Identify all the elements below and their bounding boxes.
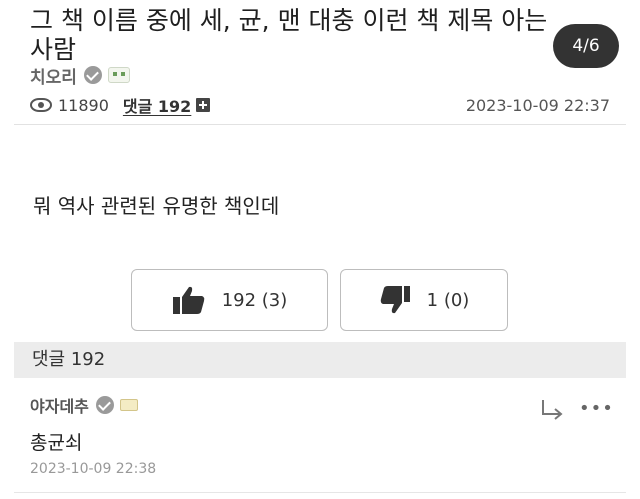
comment-item: 야자데추 ••• 총균쇠 2023-10-09 22:38 <box>30 392 620 477</box>
verified-check-icon <box>95 396 114 414</box>
upvote-button[interactable]: 192 (3) <box>131 269 328 331</box>
post-date: 2023-10-09 22:37 <box>465 95 610 115</box>
page-indicator: 4/6 <box>553 24 619 68</box>
header-divider <box>14 124 626 125</box>
more-dots-icon[interactable]: ••• <box>579 398 614 419</box>
level-badge-icon <box>107 67 130 83</box>
upvote-count: 192 (3) <box>221 289 288 311</box>
comments-header: 댓글 192 <box>14 342 626 378</box>
reply-arrow-icon[interactable] <box>540 398 566 422</box>
thumbs-down-icon <box>380 286 410 314</box>
comment-date: 2023-10-09 22:38 <box>30 461 157 477</box>
eye-icon <box>30 98 52 112</box>
post-body: 뭐 역사 관련된 유명한 책인데 <box>33 194 280 218</box>
plus-box-icon[interactable] <box>196 98 211 112</box>
verified-check-icon <box>83 66 102 84</box>
author-name[interactable]: 치오리 <box>30 63 77 88</box>
downvote-button[interactable]: 1 (0) <box>340 269 508 331</box>
post-title: 그 책 이름 중에 세, 균, 맨 대충 이런 책 제목 아는 사람 <box>30 6 548 64</box>
comment-text: 총균쇠 <box>30 432 83 454</box>
comment-count-link[interactable]: 댓글 192 <box>123 93 191 117</box>
downvote-count: 1 (0) <box>426 289 470 311</box>
comment-author[interactable]: 야자데추 <box>30 393 89 417</box>
thumbs-up-icon <box>172 286 204 314</box>
author-row: 치오리 <box>30 62 130 88</box>
level-badge-icon <box>119 399 138 411</box>
post-meta: 11890 댓글 192 2023-10-09 22:37 <box>30 92 620 118</box>
comment-divider <box>14 492 626 493</box>
view-count: 11890 <box>58 95 109 115</box>
